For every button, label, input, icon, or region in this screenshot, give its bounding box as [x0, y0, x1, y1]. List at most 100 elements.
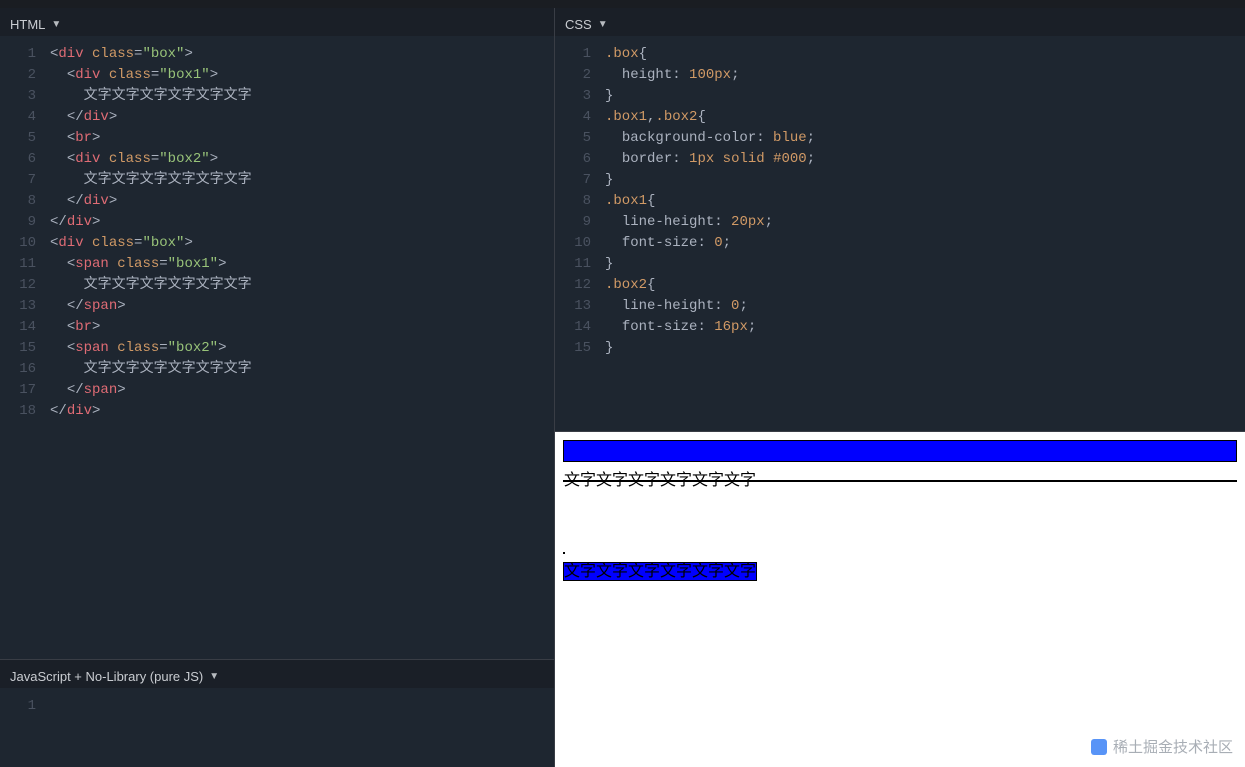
code-line[interactable]: 15 <span class="box2">: [0, 338, 554, 359]
code-content[interactable]: </div>: [50, 191, 554, 212]
line-number: 3: [555, 86, 605, 107]
code-content[interactable]: [50, 696, 554, 717]
code-line[interactable]: 9 line-height: 20px;: [555, 212, 1245, 233]
line-number: 14: [555, 317, 605, 338]
js-pane-header[interactable]: JavaScript + No-Library (pure JS) ▼: [0, 660, 554, 688]
preview-text: 文字文字文字文字文字文字: [564, 472, 756, 489]
code-line[interactable]: 8 </div>: [0, 191, 554, 212]
code-line[interactable]: 9</div>: [0, 212, 554, 233]
line-number: 1: [0, 696, 50, 717]
code-line[interactable]: 17 </span>: [0, 380, 554, 401]
code-content[interactable]: <br>: [50, 317, 554, 338]
code-content[interactable]: <br>: [50, 128, 554, 149]
line-number: 7: [0, 170, 50, 191]
juejin-logo-icon: [1091, 739, 1107, 755]
code-content[interactable]: .box2{: [605, 275, 1245, 296]
code-line[interactable]: 1.box{: [555, 44, 1245, 65]
code-content[interactable]: <div class="box2">: [50, 149, 554, 170]
code-content[interactable]: <div class="box">: [50, 44, 554, 65]
code-content[interactable]: </div>: [50, 401, 554, 422]
code-content[interactable]: height: 100px;: [605, 65, 1245, 86]
code-line[interactable]: 5 background-color: blue;: [555, 128, 1245, 149]
code-line[interactable]: 2 <div class="box1">: [0, 65, 554, 86]
code-content[interactable]: </span>: [50, 380, 554, 401]
code-line[interactable]: 13 </span>: [0, 296, 554, 317]
code-content[interactable]: 文字文字文字文字文字文字: [50, 275, 554, 296]
line-number: 11: [555, 254, 605, 275]
html-pane-header[interactable]: HTML ▼: [0, 8, 554, 36]
code-content[interactable]: }: [605, 86, 1245, 107]
line-number: 9: [555, 212, 605, 233]
css-pane-title: CSS: [565, 17, 592, 32]
code-content[interactable]: </div>: [50, 212, 554, 233]
line-number: 15: [555, 338, 605, 359]
line-number: 4: [0, 107, 50, 128]
output-pane: 文字文字文字文字文字文字 文字文字文字文字文字文字 文字文字文字文字文字文字 文…: [555, 432, 1245, 767]
code-line[interactable]: 3 文字文字文字文字文字文字: [0, 86, 554, 107]
line-number: 13: [0, 296, 50, 317]
line-number: 6: [0, 149, 50, 170]
code-line[interactable]: 1<div class="box">: [0, 44, 554, 65]
code-line[interactable]: 4 </div>: [0, 107, 554, 128]
code-line[interactable]: 16 文字文字文字文字文字文字: [0, 359, 554, 380]
preview-box: 文字文字文字文字文字文字 文字文字文字文字文字文字: [563, 440, 1237, 540]
line-number: 12: [0, 275, 50, 296]
app-top-bar: [0, 0, 1245, 8]
html-editor[interactable]: 1<div class="box">2 <div class="box1">3 …: [0, 36, 554, 659]
line-number: 12: [555, 275, 605, 296]
code-line[interactable]: 3}: [555, 86, 1245, 107]
code-content[interactable]: }: [605, 254, 1245, 275]
code-line[interactable]: 13 line-height: 0;: [555, 296, 1245, 317]
preview-box2-span: 文字文字文字文字文字文字: [563, 562, 757, 581]
code-line[interactable]: 8.box1{: [555, 191, 1245, 212]
code-line[interactable]: 14 <br>: [0, 317, 554, 338]
code-line[interactable]: 10 font-size: 0;: [555, 233, 1245, 254]
css-pane: CSS ▼ 1.box{2 height: 100px;3}4.box1,.bo…: [555, 8, 1245, 432]
code-content[interactable]: 文字文字文字文字文字文字: [50, 170, 554, 191]
code-content[interactable]: font-size: 16px;: [605, 317, 1245, 338]
code-content[interactable]: <span class="box1">: [50, 254, 554, 275]
js-editor[interactable]: 1: [0, 688, 554, 767]
code-content[interactable]: background-color: blue;: [605, 128, 1245, 149]
code-content[interactable]: <div class="box">: [50, 233, 554, 254]
code-content[interactable]: }: [605, 338, 1245, 359]
css-editor[interactable]: 1.box{2 height: 100px;3}4.box1,.box2{5 b…: [555, 36, 1245, 431]
code-line[interactable]: 7}: [555, 170, 1245, 191]
code-content[interactable]: .box1,.box2{: [605, 107, 1245, 128]
code-line[interactable]: 6 border: 1px solid #000;: [555, 149, 1245, 170]
code-content[interactable]: </span>: [50, 296, 554, 317]
code-content[interactable]: }: [605, 170, 1245, 191]
code-line[interactable]: 7 文字文字文字文字文字文字: [0, 170, 554, 191]
code-content[interactable]: 文字文字文字文字文字文字: [50, 359, 554, 380]
code-line[interactable]: 12 文字文字文字文字文字文字: [0, 275, 554, 296]
code-line[interactable]: 15}: [555, 338, 1245, 359]
code-line[interactable]: 14 font-size: 16px;: [555, 317, 1245, 338]
code-line[interactable]: 4.box1,.box2{: [555, 107, 1245, 128]
code-content[interactable]: font-size: 0;: [605, 233, 1245, 254]
code-content[interactable]: </div>: [50, 107, 554, 128]
code-line[interactable]: 1: [0, 696, 554, 717]
line-number: 2: [555, 65, 605, 86]
code-line[interactable]: 11 <span class="box1">: [0, 254, 554, 275]
code-content[interactable]: border: 1px solid #000;: [605, 149, 1245, 170]
code-line[interactable]: 11}: [555, 254, 1245, 275]
code-line[interactable]: 18</div>: [0, 401, 554, 422]
code-content[interactable]: 文字文字文字文字文字文字: [50, 86, 554, 107]
code-content[interactable]: <span class="box2">: [50, 338, 554, 359]
line-number: 5: [555, 128, 605, 149]
line-number: 5: [0, 128, 50, 149]
code-content[interactable]: <div class="box1">: [50, 65, 554, 86]
code-line[interactable]: 5 <br>: [0, 128, 554, 149]
line-number: 4: [555, 107, 605, 128]
code-content[interactable]: .box{: [605, 44, 1245, 65]
code-line[interactable]: 12.box2{: [555, 275, 1245, 296]
code-content[interactable]: line-height: 20px;: [605, 212, 1245, 233]
code-line[interactable]: 2 height: 100px;: [555, 65, 1245, 86]
code-content[interactable]: line-height: 0;: [605, 296, 1245, 317]
code-content[interactable]: .box1{: [605, 191, 1245, 212]
line-number: 15: [0, 338, 50, 359]
line-number: 9: [0, 212, 50, 233]
code-line[interactable]: 6 <div class="box2">: [0, 149, 554, 170]
css-pane-header[interactable]: CSS ▼: [555, 8, 1245, 36]
code-line[interactable]: 10<div class="box">: [0, 233, 554, 254]
